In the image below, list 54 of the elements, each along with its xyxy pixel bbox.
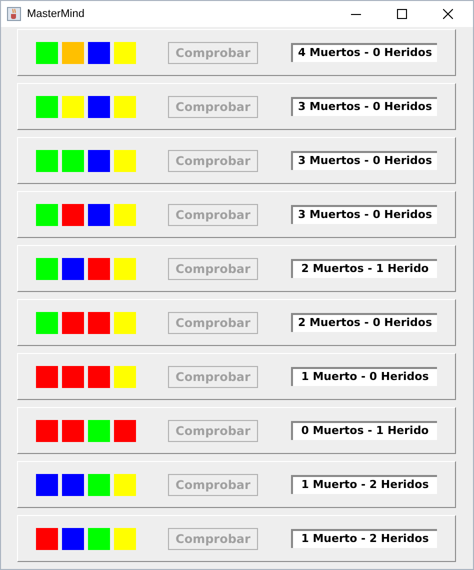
color-peg[interactable] (114, 150, 136, 172)
maximize-icon[interactable] (397, 9, 407, 19)
window-title: MasterMind (27, 6, 84, 22)
color-peg[interactable] (36, 258, 58, 280)
color-peg[interactable] (114, 312, 136, 334)
color-peg[interactable] (36, 42, 58, 64)
color-peg[interactable] (88, 204, 110, 226)
color-peg[interactable] (62, 150, 84, 172)
result-field: 3 Muertos - 0 Heridos (291, 151, 437, 170)
color-peg[interactable] (114, 96, 136, 118)
color-peg[interactable] (36, 312, 58, 334)
color-peg[interactable] (62, 204, 84, 226)
color-peg[interactable] (62, 312, 84, 334)
color-peg[interactable] (62, 366, 84, 388)
color-peg[interactable] (88, 312, 110, 334)
color-peg[interactable] (114, 204, 136, 226)
result-field: 4 Muertos - 0 Heridos (291, 43, 437, 62)
color-peg[interactable] (114, 474, 136, 496)
color-peg[interactable] (36, 420, 58, 442)
result-field: 3 Muertos - 0 Heridos (291, 97, 437, 116)
color-peg[interactable] (88, 366, 110, 388)
color-peg[interactable] (36, 96, 58, 118)
color-peg[interactable] (88, 474, 110, 496)
result-field: 1 Muerto - 0 Heridos (291, 367, 437, 386)
result-field: 3 Muertos - 0 Heridos (291, 205, 437, 224)
color-peg[interactable] (114, 366, 136, 388)
color-peg[interactable] (62, 420, 84, 442)
result-field: 2 Muertos - 0 Heridos (291, 313, 437, 332)
color-peg[interactable] (36, 204, 58, 226)
color-peg[interactable] (114, 258, 136, 280)
color-peg[interactable] (62, 258, 84, 280)
color-peg[interactable] (62, 96, 84, 118)
color-peg[interactable] (88, 150, 110, 172)
color-peg[interactable] (88, 42, 110, 64)
result-field: 1 Muerto - 2 Heridos (291, 529, 437, 548)
color-peg[interactable] (88, 258, 110, 280)
color-peg[interactable] (62, 42, 84, 64)
color-peg[interactable] (36, 150, 58, 172)
java-cup-icon (7, 7, 21, 21)
color-peg[interactable] (114, 420, 136, 442)
color-peg[interactable] (114, 42, 136, 64)
color-peg[interactable] (88, 96, 110, 118)
result-field: 2 Muertos - 1 Herido (291, 259, 437, 278)
result-field: 1 Muerto - 2 Heridos (291, 475, 437, 494)
color-peg[interactable] (62, 528, 84, 550)
color-peg[interactable] (36, 528, 58, 550)
color-peg[interactable] (62, 474, 84, 496)
color-peg[interactable] (88, 528, 110, 550)
color-peg[interactable] (36, 474, 58, 496)
color-peg[interactable] (88, 420, 110, 442)
color-peg[interactable] (36, 366, 58, 388)
close-icon[interactable] (443, 9, 453, 19)
result-field: 0 Muertos - 1 Herido (291, 421, 437, 440)
color-peg[interactable] (114, 528, 136, 550)
